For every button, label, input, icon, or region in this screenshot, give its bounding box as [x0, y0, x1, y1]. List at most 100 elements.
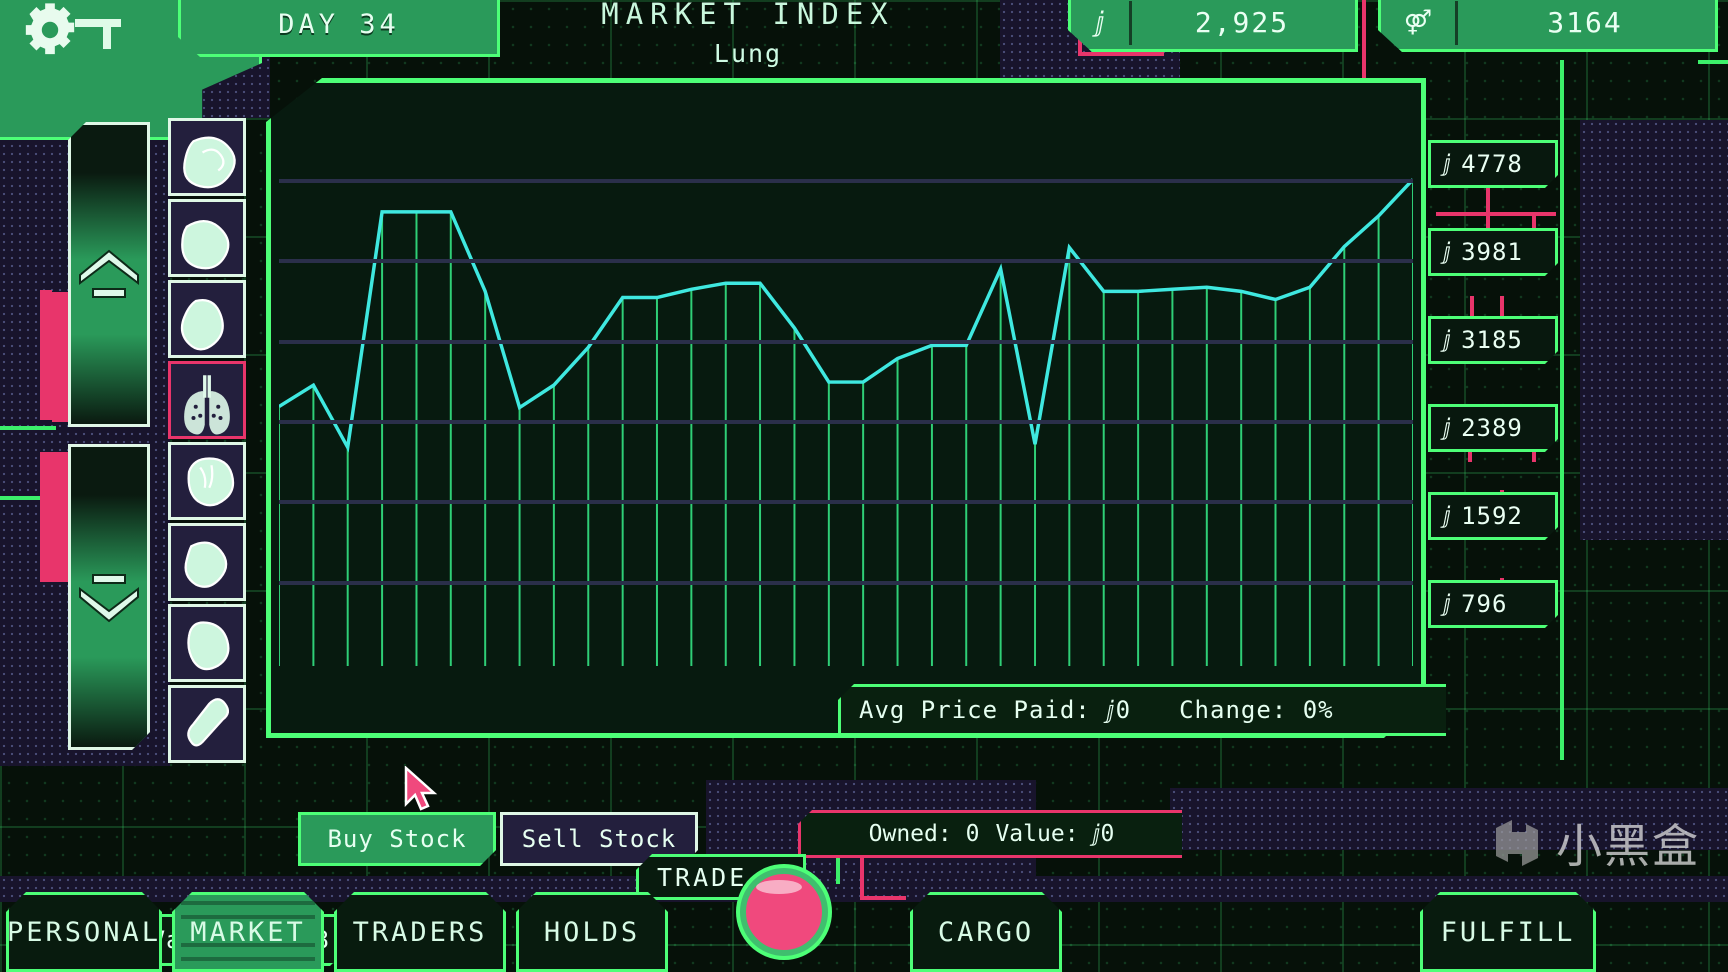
reputation-value: 3164: [1547, 5, 1623, 39]
organ-heart-icon: [187, 621, 230, 671]
sidebar-item-organ-bone[interactable]: [168, 685, 246, 763]
price-level-value: 3981: [1461, 238, 1523, 266]
market-chart-panel: [266, 78, 1426, 738]
tab-stripe: [181, 901, 315, 905]
price-level-0: ⅉ 4778: [1428, 140, 1558, 188]
tab-cargo[interactable]: CARGO: [910, 892, 1062, 972]
price-ladder: ⅉ 4778 ⅉ 3981 ⅉ 3185 ⅉ 2389 ⅉ 1592 ⅉ 796: [1428, 140, 1728, 660]
credit-icon: ⅉ: [1443, 503, 1452, 529]
avg-price-bar: Avg Price Paid: ⅉ0 Change: 0%: [838, 684, 1446, 736]
circuit-trace: [1698, 60, 1728, 64]
gridline-y-0: [279, 179, 1413, 183]
sidebar-item-organ-brain[interactable]: [168, 442, 246, 520]
price-level-value: 3185: [1461, 326, 1523, 354]
organ-list: [168, 118, 246, 766]
gridline-y-2: [279, 340, 1413, 344]
divider: [1129, 1, 1132, 45]
bottom-navigation: TRADE PERSONAL MARKET TRADERS HOLDS CARGO FUL…: [0, 854, 1728, 972]
tab-stripe: [181, 957, 315, 961]
organ-scroll-column: [52, 122, 150, 750]
tab-label: PERSONAL: [6, 916, 162, 948]
price-level-value: 1592: [1461, 502, 1523, 530]
tab-label: CARGO: [937, 916, 1035, 948]
credit-icon: ⅉ: [1443, 327, 1452, 353]
tab-label: FULFILL: [1440, 916, 1576, 948]
chart-plot-area: [279, 139, 1413, 661]
sidebar-item-organ-lung[interactable]: [168, 361, 246, 439]
gridline-y-3: [279, 420, 1413, 424]
organ-kidney-icon: [180, 299, 224, 351]
reputation-display: ⚤ 3164: [1378, 0, 1718, 52]
page-subtitle: Lung: [713, 39, 783, 68]
sidebar-item-organ-heart[interactable]: [168, 604, 246, 682]
tab-market[interactable]: MARKET: [172, 892, 324, 972]
divider: [1455, 1, 1458, 45]
sell-stock-label: Sell Stock: [521, 825, 677, 853]
trade-knob[interactable]: [740, 868, 828, 956]
sidebar-item-organ-stomach[interactable]: [168, 523, 246, 601]
organ-intestine-icon: [183, 136, 236, 189]
gear-connector: [103, 19, 111, 49]
organ-stomach-icon: [184, 541, 228, 588]
circuit-trace: [40, 452, 52, 582]
xiaoheihe-logo-icon: [1496, 820, 1538, 866]
credit-icon: ⅉ: [1443, 151, 1452, 177]
avg-price-text: Avg Price Paid: ⅉ0: [859, 696, 1132, 724]
tab-holds[interactable]: HOLDS: [516, 892, 668, 972]
buy-stock-button[interactable]: Buy Stock: [298, 812, 496, 866]
trophy-icon: ⚤: [1403, 8, 1433, 36]
circuit-trace: [40, 290, 52, 420]
credit-icon: ⅉ: [1443, 415, 1452, 441]
scroll-up-button[interactable]: [68, 122, 150, 427]
circuit-trace: [0, 426, 56, 430]
sidebar-item-organ-liver[interactable]: [168, 199, 246, 277]
price-line-chart: [279, 139, 1413, 666]
header-title-block: MARKET INDEX Lung: [498, 0, 998, 86]
price-level-value: 2389: [1461, 414, 1523, 442]
buy-stock-label: Buy Stock: [327, 825, 467, 853]
money-display: ⅉ 2,925: [1068, 0, 1358, 52]
price-level-2: ⅉ 3185: [1428, 316, 1558, 364]
gridline-y-4: [279, 500, 1413, 504]
chevron-up-icon: [79, 249, 139, 298]
tab-stripe: [181, 915, 315, 919]
gridline-y-1: [279, 259, 1413, 263]
watermark: 小黑盒: [1488, 810, 1700, 876]
tab-traders[interactable]: TRADERS: [334, 892, 506, 972]
value-text: Value: ⅉ0: [995, 821, 1115, 847]
price-level-value: 796: [1461, 590, 1508, 618]
price-level-1: ⅉ 3981: [1428, 228, 1558, 276]
tab-stripe: [181, 943, 315, 947]
chevron-down-icon: [76, 569, 142, 625]
organ-brain-icon: [187, 457, 235, 507]
circuit-trace: [1078, 52, 1164, 56]
price-level-4: ⅉ 1592: [1428, 492, 1558, 540]
tab-label: TRADERS: [352, 916, 488, 948]
tab-label: HOLDS: [543, 916, 641, 948]
tab-personal[interactable]: PERSONAL: [6, 892, 162, 972]
money-value: 2,925: [1194, 5, 1290, 39]
sidebar-item-organ-intestine[interactable]: [168, 118, 246, 196]
page-title: MARKET INDEX: [601, 0, 895, 31]
change-text: Change: 0%: [1179, 696, 1334, 724]
organ-bone-icon: [187, 698, 229, 747]
organ-lung-icon: [184, 375, 230, 435]
gear-connector: [75, 19, 121, 27]
gear-icon: [25, 3, 75, 55]
scroll-track-marker: [52, 452, 70, 582]
scroll-track-marker: [52, 292, 70, 422]
price-level-value: 4778: [1461, 150, 1523, 178]
owned-value-bar: Owned: 0 Value: ⅉ0: [798, 810, 1182, 858]
game-screen: DAY 34 MARKET INDEX Lung ⅉ 2,925 ⚤ 3164: [0, 0, 1728, 972]
day-label: DAY 34: [278, 9, 400, 40]
price-level-3: ⅉ 2389: [1428, 404, 1558, 452]
credit-icon: ⅉ: [1095, 6, 1105, 38]
tab-fulfill[interactable]: FULFILL: [1420, 892, 1596, 972]
circuit-trace: [1362, 0, 1366, 86]
mouse-cursor: [404, 766, 438, 811]
price-level-5: ⅉ 796: [1428, 580, 1558, 628]
day-counter: DAY 34: [178, 0, 500, 57]
sidebar-item-organ-kidney[interactable]: [168, 280, 246, 358]
scroll-down-button[interactable]: [68, 444, 150, 750]
owned-text: Owned: 0: [868, 821, 980, 847]
